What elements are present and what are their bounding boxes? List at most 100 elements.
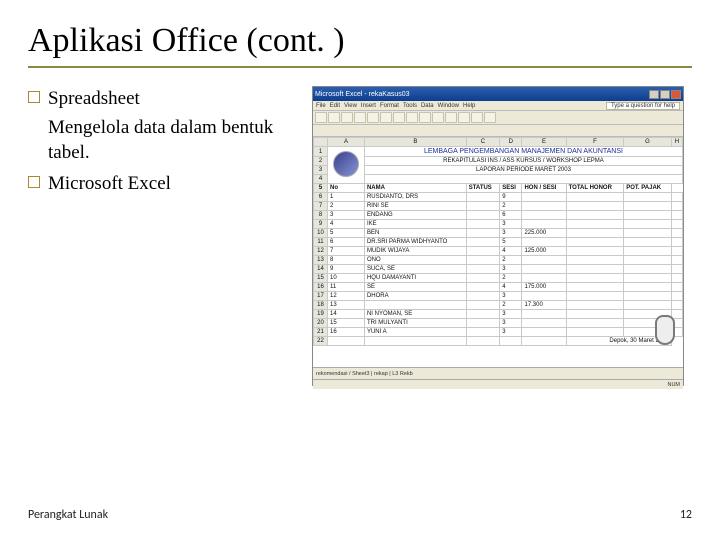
toolbar-icon (406, 112, 418, 123)
table-row: 138ONO2 (314, 256, 683, 265)
cell: 16 (328, 328, 365, 337)
excel-menubar: File Edit View Insert Format Tools Data … (313, 101, 683, 111)
cell (522, 265, 566, 274)
cell (466, 193, 500, 202)
cell: 175.000 (522, 283, 566, 292)
cell (566, 211, 624, 220)
excel-sheet-tabs: rekomendasi / Sheet3 | rekap | L3 Rekb (313, 367, 683, 379)
slide-number: 12 (680, 508, 692, 522)
maximize-icon (660, 90, 670, 99)
cell: HQU DAMAYANTI (364, 274, 466, 283)
cell: 12 (328, 292, 365, 301)
cell (466, 274, 500, 283)
cell (671, 256, 682, 265)
cell (671, 247, 682, 256)
table-row: 1510HQU DAMAYANTI2 (314, 274, 683, 283)
cell (522, 274, 566, 283)
toolbar-icon (354, 112, 366, 123)
menu-item: Tools (403, 103, 417, 109)
excel-status-bar: NUM (313, 379, 683, 389)
cell: IKE (364, 220, 466, 229)
cell (522, 211, 566, 220)
cell (466, 220, 500, 229)
excel-titlebar: Microsoft Excel - rekaKasus03 (313, 87, 683, 101)
cell: 125.000 (522, 247, 566, 256)
cell: 225.000 (522, 229, 566, 238)
table-row: 116DR.SRI PARMA WIDHYANTO5 (314, 238, 683, 247)
bullet-marker-icon (28, 176, 40, 188)
toolbar-icon (315, 112, 327, 123)
cell (566, 202, 624, 211)
toolbar-icon (393, 112, 405, 123)
cell: 3 (500, 319, 522, 328)
cell (522, 328, 566, 337)
doc-org-name: LEMBAGA PENGEMBANGAN MANAJEMEN DAN AKUNT… (364, 147, 682, 157)
menu-item: Data (421, 103, 434, 109)
cell: YUNI A (364, 328, 466, 337)
menu-item: Insert (361, 103, 376, 109)
cell (671, 193, 682, 202)
doc-subtitle: REKAPITULASI INS / ASS KURSUS / WORKSHOP… (364, 157, 682, 166)
menu-item: Help (463, 103, 475, 109)
cell (671, 265, 682, 274)
cell: TRI MULYANTI (364, 319, 466, 328)
header-row: 1 LEMBAGA PENGEMBANGAN MANAJEMEN DAN AKU… (314, 147, 683, 157)
cell: ENDANG (364, 211, 466, 220)
cell: 5 (500, 238, 522, 247)
table-row: 127MUDIK WIJAYA4125.000 (314, 247, 683, 256)
cell (566, 193, 624, 202)
cell: 14 (328, 310, 365, 319)
col-header: SESI (500, 184, 522, 193)
cell (671, 220, 682, 229)
bullet-head: Microsoft Excel (48, 171, 171, 196)
company-logo-icon (333, 151, 359, 177)
cell: 17.300 (522, 301, 566, 310)
cell (466, 292, 500, 301)
cell: 9 (328, 265, 365, 274)
cell (466, 202, 500, 211)
cell (364, 301, 466, 310)
cell (522, 220, 566, 229)
cell (566, 265, 624, 274)
cell (624, 283, 672, 292)
cell (522, 202, 566, 211)
cell (671, 229, 682, 238)
cell (522, 319, 566, 328)
screenshot-container: Microsoft Excel - rekaKasus03 File Edit … (312, 86, 692, 386)
menu-item: File (316, 103, 326, 109)
cell (566, 292, 624, 301)
help-question-box: Type a question for help (606, 102, 680, 110)
bullet-item: Spreadsheet (28, 86, 288, 111)
cell (624, 202, 672, 211)
cell (566, 283, 624, 292)
header-row: 3 LAPORAN PERIODE MARET 2003 (314, 166, 683, 175)
cell (566, 310, 624, 319)
cell (624, 256, 672, 265)
cell: 13 (328, 301, 365, 310)
toolbar-icon (328, 112, 340, 123)
cell: 11 (328, 283, 365, 292)
table-row: 83ENDANG6 (314, 211, 683, 220)
cell (624, 247, 672, 256)
cell (522, 193, 566, 202)
toolbar-icon (419, 112, 431, 123)
table-row: 1611SE4175.000 (314, 283, 683, 292)
cell (466, 283, 500, 292)
bullet-head: Spreadsheet (48, 86, 140, 111)
cell (671, 238, 682, 247)
table-row: 1712DHORA3 (314, 292, 683, 301)
cell: 4 (500, 283, 522, 292)
col-header: No (328, 184, 365, 193)
table-row: 72RINI SE2 (314, 202, 683, 211)
cell (624, 274, 672, 283)
cell: 3 (500, 220, 522, 229)
cell (566, 247, 624, 256)
cell: 4 (500, 247, 522, 256)
cell: 2 (500, 202, 522, 211)
excel-toolbar (313, 111, 683, 125)
cell: 3 (500, 328, 522, 337)
cell: 6 (328, 238, 365, 247)
cell (671, 274, 682, 283)
cell (624, 211, 672, 220)
cell: SE (364, 283, 466, 292)
